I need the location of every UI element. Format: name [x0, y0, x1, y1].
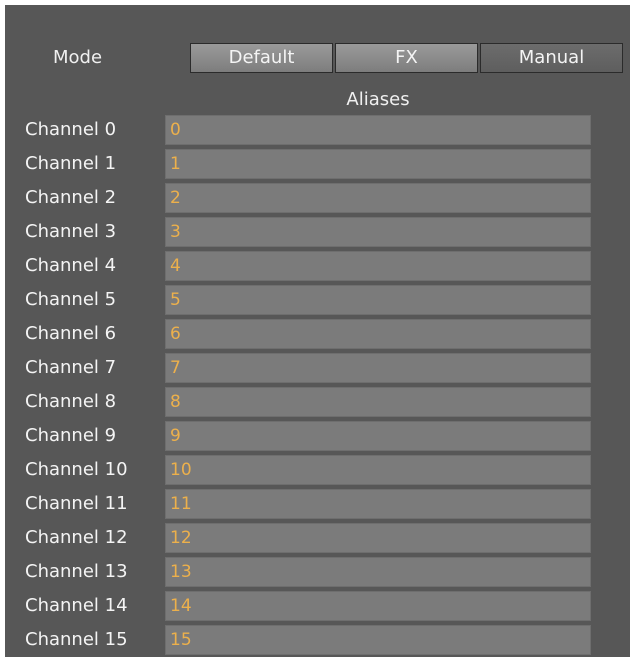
channel-label: Channel 8: [25, 391, 117, 412]
channel-row: Channel 9: [5, 421, 637, 451]
channel-row: Channel 7: [5, 353, 637, 383]
channel-row: Channel 1: [5, 149, 637, 179]
channel-alias-input[interactable]: [165, 115, 591, 145]
channel-alias-input[interactable]: [165, 149, 591, 179]
channel-alias-input[interactable]: [165, 387, 591, 417]
channel-label: Channel 7: [25, 357, 117, 378]
channel-label: Channel 11: [25, 493, 128, 514]
channel-alias-input[interactable]: [165, 353, 591, 383]
channel-row: Channel 13: [5, 557, 637, 587]
channel-alias-input[interactable]: [165, 557, 591, 587]
channel-alias-input[interactable]: [165, 455, 591, 485]
channel-row: Channel 0: [5, 115, 637, 145]
channel-label: Channel 9: [25, 425, 117, 446]
channel-row: Channel 3: [5, 217, 637, 247]
channel-alias-input[interactable]: [165, 523, 591, 553]
channel-alias-input[interactable]: [165, 217, 591, 247]
channel-row: Channel 12: [5, 523, 637, 553]
channel-label: Channel 14: [25, 595, 128, 616]
channel-label: Channel 12: [25, 527, 128, 548]
channel-alias-input[interactable]: [165, 421, 591, 451]
mode-selector: Default FX Manual: [190, 43, 623, 73]
mode-default-button[interactable]: Default: [190, 43, 333, 73]
channel-alias-input[interactable]: [165, 183, 591, 213]
channel-alias-input[interactable]: [165, 625, 591, 655]
channel-alias-input[interactable]: [165, 251, 591, 281]
channel-aliases-panel: Mode Default FX Manual Aliases Channel 0…: [5, 5, 630, 657]
aliases-header: Aliases: [346, 89, 410, 110]
channel-alias-input[interactable]: [165, 489, 591, 519]
channel-row: Channel 10: [5, 455, 637, 485]
channel-row: Channel 4: [5, 251, 637, 281]
channel-label: Channel 13: [25, 561, 128, 582]
channel-label: Channel 2: [25, 187, 117, 208]
channel-row: Channel 11: [5, 489, 637, 519]
channel-label: Channel 6: [25, 323, 117, 344]
channel-alias-input[interactable]: [165, 591, 591, 621]
channel-label: Channel 10: [25, 459, 128, 480]
channel-alias-input[interactable]: [165, 319, 591, 349]
channel-row: Channel 6: [5, 319, 637, 349]
channel-row: Channel 8: [5, 387, 637, 417]
channel-row: Channel 2: [5, 183, 637, 213]
channel-label: Channel 3: [25, 221, 117, 242]
channel-label: Channel 5: [25, 289, 117, 310]
mode-fx-button[interactable]: FX: [335, 43, 478, 73]
channel-label: Channel 4: [25, 255, 117, 276]
channel-row: Channel 5: [5, 285, 637, 315]
mode-label: Mode: [53, 47, 103, 68]
mode-manual-button[interactable]: Manual: [480, 43, 623, 73]
channel-row: Channel 15: [5, 625, 637, 655]
channel-row: Channel 14: [5, 591, 637, 621]
channel-label: Channel 0: [25, 119, 117, 140]
channel-label: Channel 15: [25, 629, 128, 650]
channel-label: Channel 1: [25, 153, 117, 174]
channel-alias-input[interactable]: [165, 285, 591, 315]
